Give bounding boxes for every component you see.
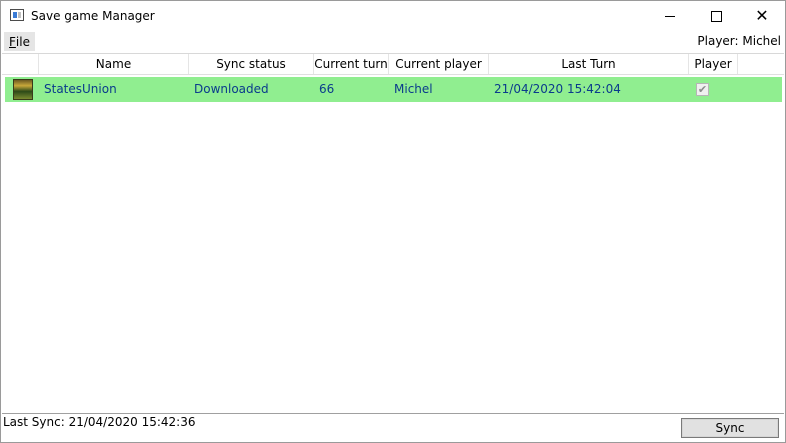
game-thumbnail-icon	[13, 79, 33, 100]
cell-sync-status: Downloaded	[194, 82, 269, 96]
last-sync-text: Last Sync: 21/04/2020 15:42:36	[3, 415, 196, 429]
cell-current-player: Michel	[394, 82, 433, 96]
savegame-table: Name Sync status Current turn Current pl…	[2, 53, 784, 414]
menu-file-label: ile	[15, 34, 30, 49]
column-header-player[interactable]: Player	[689, 54, 738, 74]
column-header-current-player[interactable]: Current player	[389, 54, 489, 74]
player-checkbox[interactable]: ✔	[696, 83, 709, 96]
close-button[interactable]: ✕	[739, 1, 785, 31]
maximize-button[interactable]	[693, 1, 739, 31]
current-player-label: Player: Michel	[697, 34, 781, 48]
status-bar: Last Sync: 21/04/2020 15:42:36 Sync	[1, 413, 785, 442]
menu-file[interactable]: File	[4, 32, 35, 51]
window-title: Save game Manager	[31, 9, 155, 23]
title-bar[interactable]: Save game Manager ✕	[1, 1, 785, 31]
column-header-current-turn[interactable]: Current turn	[314, 54, 389, 74]
table-row[interactable]: StatesUnion Downloaded 66 Michel 21/04/2…	[5, 77, 782, 102]
column-header-icon[interactable]	[2, 54, 39, 74]
cell-last-turn: 21/04/2020 15:42:04	[494, 82, 621, 96]
minimize-icon	[665, 15, 675, 17]
table-header: Name Sync status Current turn Current pl…	[2, 54, 784, 75]
app-window-icon	[10, 9, 24, 21]
menu-file-accelerator: F	[9, 34, 16, 49]
menu-bar: File Player: Michel	[1, 31, 785, 52]
minimize-button[interactable]	[647, 1, 693, 31]
cell-name: StatesUnion	[44, 82, 117, 96]
close-icon: ✕	[755, 6, 769, 25]
column-header-name[interactable]: Name	[39, 54, 189, 74]
sync-button[interactable]: Sync	[681, 418, 779, 438]
main-window: Save game Manager ✕ File Player: Michel …	[0, 0, 786, 443]
column-header-last-turn[interactable]: Last Turn	[489, 54, 689, 74]
maximize-icon	[710, 10, 722, 22]
cell-current-turn: 66	[319, 82, 335, 96]
column-header-sync-status[interactable]: Sync status	[189, 54, 314, 74]
